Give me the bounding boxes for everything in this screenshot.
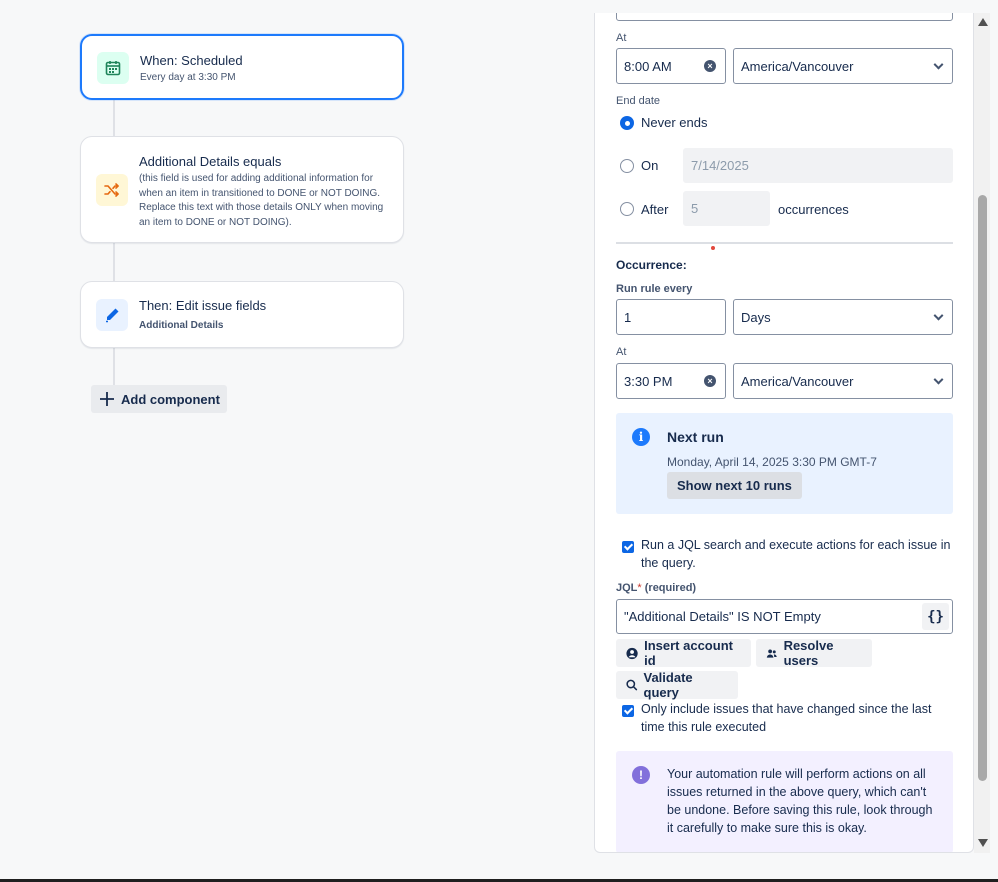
only-changed-label-line: Only include issues that have changed si… xyxy=(641,702,932,716)
trigger-node[interactable]: When: Scheduled Every day at 3:30 PM xyxy=(80,34,404,100)
search-icon xyxy=(626,679,638,691)
interval-unit-value: Days xyxy=(741,309,771,325)
start-date-field[interactable] xyxy=(616,13,953,21)
scroll-up-icon[interactable] xyxy=(978,18,988,26)
config-panel: At 8:00 AM × America/Vancouver End date … xyxy=(594,13,974,853)
resolve-users-label: Resolve users xyxy=(783,638,834,668)
never-ends-radio[interactable] xyxy=(620,116,634,130)
required-text: (required) xyxy=(644,582,697,594)
occurrence-heading: Occurrence: xyxy=(616,258,687,272)
end-date-input[interactable]: 7/14/2025 xyxy=(683,148,953,183)
flow-connector xyxy=(113,99,115,137)
calendar-icon xyxy=(97,52,129,84)
flow-connector xyxy=(113,348,115,386)
start-at-label: At xyxy=(616,32,627,44)
condition-description-line: an item to DONE or NOT DOING). xyxy=(139,216,292,228)
scroll-down-icon[interactable] xyxy=(978,839,988,847)
condition-node[interactable]: Additional Details equals (this field is… xyxy=(80,136,404,243)
start-timezone-select[interactable]: America/Vancouver xyxy=(733,48,953,84)
warning-text-line: issues returned in the above query, whic… xyxy=(667,785,927,799)
interval-input[interactable]: 1 xyxy=(616,299,726,335)
clear-icon[interactable]: × xyxy=(704,60,716,72)
on-date-label: On xyxy=(641,158,659,173)
braces-icon[interactable]: {} xyxy=(922,603,949,630)
occurrence-time-input[interactable]: 3:30 PM × xyxy=(616,363,726,399)
action-subtitle: Additional Details xyxy=(139,320,224,331)
end-date-placeholder: 7/14/2025 xyxy=(691,158,749,173)
run-jql-label-line: the query. xyxy=(641,556,696,570)
validate-query-label: Validate query xyxy=(643,670,693,700)
condition-title: Additional Details equals xyxy=(139,154,282,169)
run-jql-label-line: Run a JQL search and execute actions for… xyxy=(641,538,951,552)
interval-unit-select[interactable]: Days xyxy=(733,299,953,335)
after-count-placeholder: 5 xyxy=(691,201,699,216)
warning-text-line: be undone. Before saving this rule, look… xyxy=(667,803,933,817)
show-next-runs-label: Show next 10 runs xyxy=(677,478,792,493)
clear-icon[interactable]: × xyxy=(704,375,716,387)
required-marker: * xyxy=(637,582,642,594)
jql-label-text: JQL xyxy=(616,582,638,594)
start-timezone-value: America/Vancouver xyxy=(741,58,854,74)
jql-input[interactable]: "Additional Details" IS NOT Empty {} xyxy=(616,599,953,634)
chevron-down-icon xyxy=(933,59,944,70)
jql-value: "Additional Details" IS NOT Empty xyxy=(624,609,821,624)
only-changed-label-line: time this rule executed xyxy=(641,720,767,734)
chevron-down-icon xyxy=(933,310,944,321)
trigger-title: When: Scheduled xyxy=(140,53,243,68)
next-run-title: Next run xyxy=(667,429,724,445)
action-title: Then: Edit issue fields xyxy=(139,298,267,313)
validate-query-button[interactable]: Validate query xyxy=(616,670,738,700)
after-radio[interactable] xyxy=(620,202,634,216)
only-changed-checkbox[interactable] xyxy=(622,705,634,717)
after-count-input[interactable]: 5 xyxy=(683,191,770,226)
warning-text-line: Your automation rule will perform action… xyxy=(667,767,926,781)
start-time-input[interactable]: 8:00 AM × xyxy=(616,48,726,84)
condition-description-line: (this field is used for adding additiona… xyxy=(139,173,374,184)
warning-text-line: it carefully to make sure this is okay. xyxy=(667,821,867,835)
exclamation-icon: ! xyxy=(632,766,650,784)
occurrence-timezone-select[interactable]: America/Vancouver xyxy=(733,363,953,399)
resolve-users-button[interactable]: Resolve users xyxy=(756,638,872,668)
scrollbar-thumb[interactable] xyxy=(978,195,987,781)
occurrence-timezone-value: America/Vancouver xyxy=(741,373,854,389)
shuffle-icon xyxy=(96,174,128,206)
pencil-icon xyxy=(96,299,128,331)
chevron-down-icon xyxy=(933,374,944,385)
insert-account-id-button[interactable]: Insert account id xyxy=(616,638,751,668)
flow-connector xyxy=(113,243,115,281)
next-run-datetime: Monday, April 14, 2025 3:30 PM GMT-7 xyxy=(667,455,877,469)
end-date-label: End date xyxy=(616,95,661,107)
warning-box: ! Your automation rule will perform acti… xyxy=(616,751,953,852)
on-date-radio[interactable] xyxy=(620,159,634,173)
plus-icon xyxy=(100,392,114,406)
trigger-subtitle: Every day at 3:30 PM xyxy=(140,72,236,83)
add-component-button[interactable]: Add component xyxy=(91,385,227,413)
info-icon: i xyxy=(632,428,650,446)
occurrences-label: occurrences xyxy=(778,202,849,217)
run-every-label: Run rule every xyxy=(616,283,693,295)
occurrence-time-value: 3:30 PM xyxy=(624,373,673,389)
start-time-value: 8:00 AM xyxy=(624,58,672,74)
never-ends-label: Never ends xyxy=(641,115,708,130)
after-label: After xyxy=(641,202,669,217)
condition-description-line: Replace this text with those details ONL… xyxy=(139,202,384,213)
jql-label: JQL* (required) xyxy=(616,582,696,594)
next-run-box: i Next run Monday, April 14, 2025 3:30 P… xyxy=(616,413,953,514)
divider xyxy=(616,242,953,244)
condition-description-line: when an item in transitioned to DONE or … xyxy=(139,187,381,199)
user-circle-icon xyxy=(626,647,638,659)
add-component-label: Add component xyxy=(121,391,220,407)
show-next-runs-button[interactable]: Show next 10 runs xyxy=(667,472,802,499)
insert-account-id-label: Insert account id xyxy=(644,638,733,668)
interval-value: 1 xyxy=(624,309,632,325)
occurrence-at-label: At xyxy=(616,346,627,358)
people-icon xyxy=(766,649,777,658)
run-jql-checkbox[interactable] xyxy=(622,541,634,553)
action-node[interactable]: Then: Edit issue fields Additional Detai… xyxy=(80,281,404,348)
red-dot xyxy=(711,246,715,250)
